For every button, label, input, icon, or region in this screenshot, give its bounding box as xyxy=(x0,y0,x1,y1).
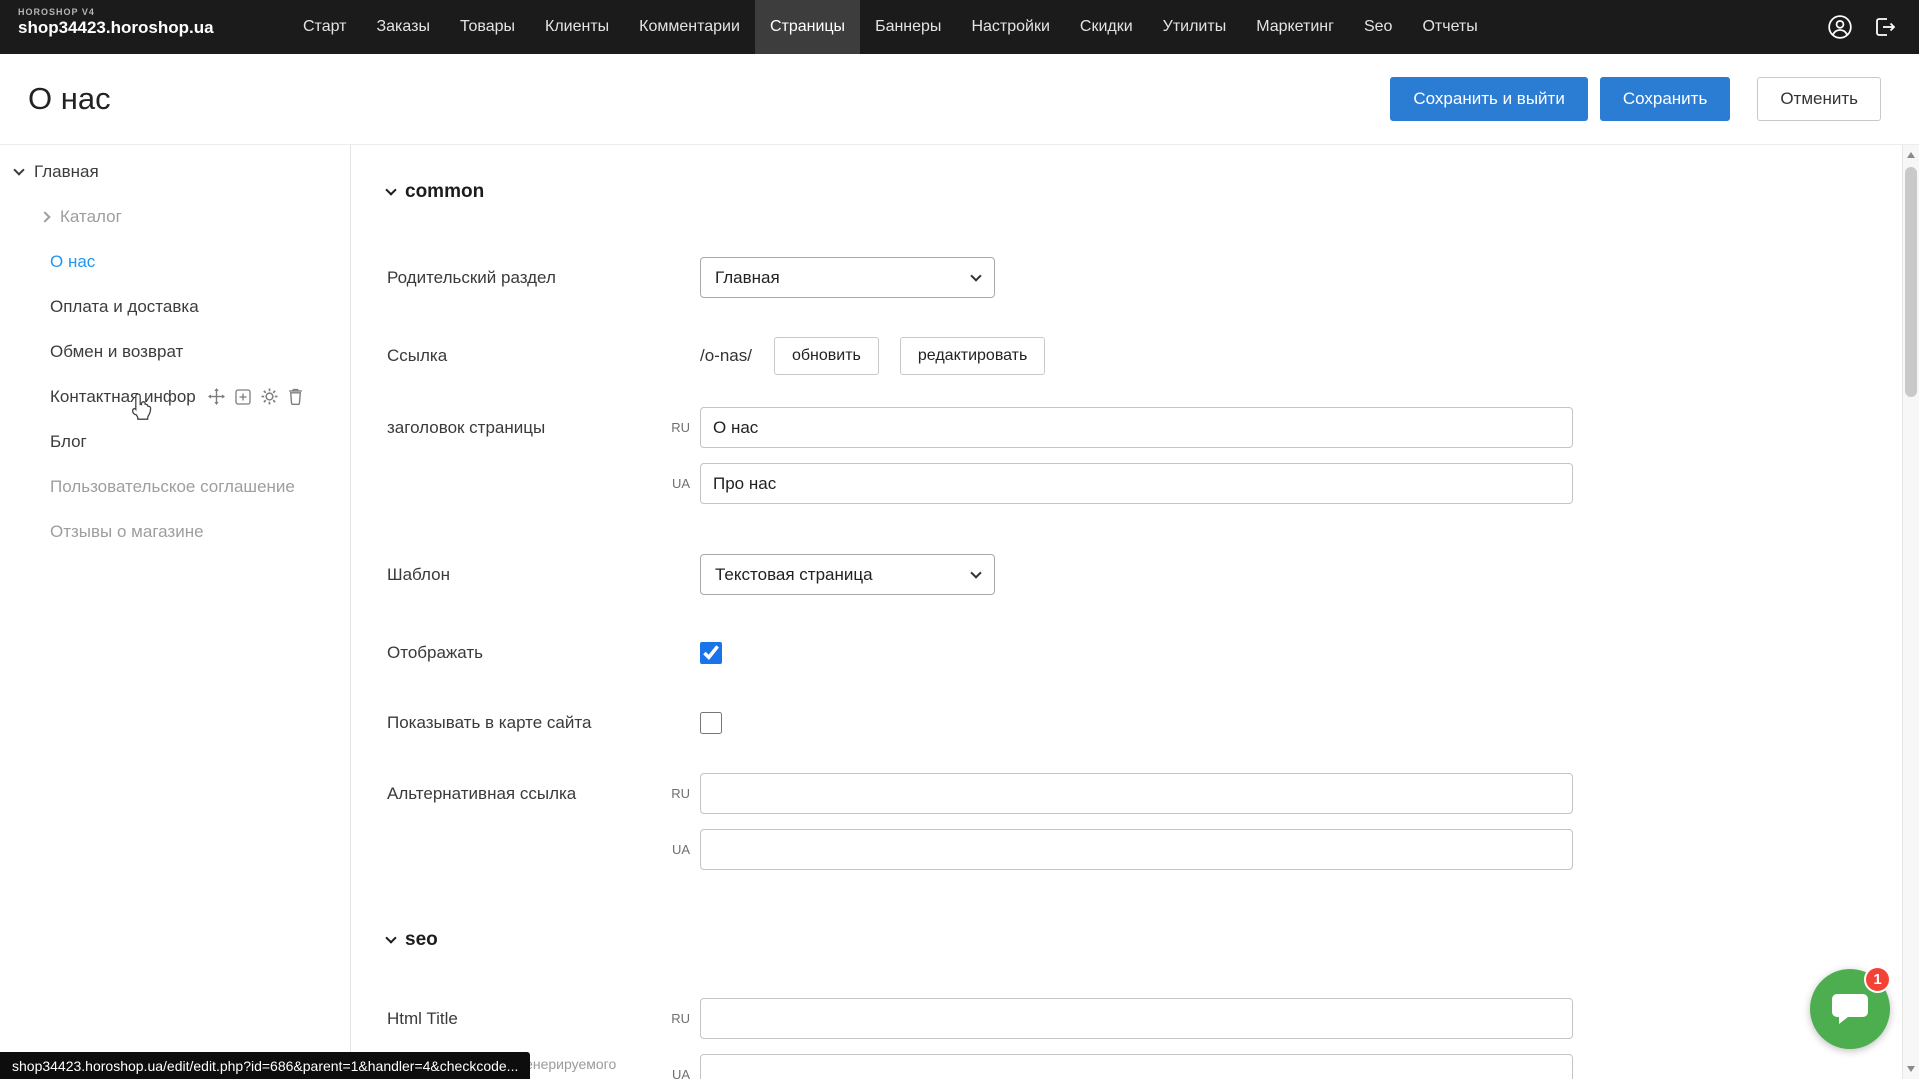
scroll-down-arrow[interactable] xyxy=(1907,1066,1915,1072)
logo-version: HOROSHOP V4 xyxy=(18,7,240,17)
save-button[interactable]: Сохранить xyxy=(1600,77,1730,121)
vertical-scrollbar[interactable] xyxy=(1902,145,1919,1079)
nav-item-utilities[interactable]: Утилиты xyxy=(1148,0,1242,54)
nav-item-orders[interactable]: Заказы xyxy=(361,0,444,54)
page-title-ru-input[interactable] xyxy=(700,407,1573,448)
sidebar-item-label: Отзывы о магазине xyxy=(50,522,204,542)
nav-item-banners[interactable]: Баннеры xyxy=(860,0,956,54)
section-seo-label: seo xyxy=(405,929,438,951)
sidebar-item-label: Каталог xyxy=(60,207,122,227)
sidebar-item-label: Пользовательское соглашение xyxy=(50,477,295,497)
sidebar-item-label: Оплата и доставка xyxy=(50,297,199,317)
sidebar-item-glavnaya[interactable]: Главная xyxy=(0,149,350,194)
nav-item-pages[interactable]: Страницы xyxy=(755,0,860,54)
trash-icon[interactable] xyxy=(288,388,303,405)
sidebar-item-polzovatelskoe-soglashenie[interactable]: Пользовательское соглашение xyxy=(0,464,350,509)
chevron-right-icon[interactable] xyxy=(36,213,54,221)
sidebar-item-blog[interactable]: Блог xyxy=(0,419,350,464)
scrollbar-thumb[interactable] xyxy=(1905,167,1917,397)
main-menu: Старт Заказы Товары Клиенты Комментарии … xyxy=(288,0,1493,54)
save-and-exit-button[interactable]: Сохранить и выйти xyxy=(1390,77,1587,121)
lang-tag-ru: RU xyxy=(660,773,690,814)
chevron-down-icon xyxy=(970,270,981,281)
sidebar-item-katalog[interactable]: Каталог xyxy=(0,194,350,239)
nav-item-reports[interactable]: Отчеты xyxy=(1407,0,1492,54)
cancel-button[interactable]: Отменить xyxy=(1757,77,1881,121)
page-title-label: заголовок страницы xyxy=(387,407,660,448)
display-label: Отображать xyxy=(387,643,660,663)
template-value: Текстовая страница xyxy=(715,565,873,585)
nav-item-clients[interactable]: Клиенты xyxy=(530,0,624,54)
chevron-down-icon xyxy=(385,932,396,943)
sidebar-item-obmen-i-vozvrat[interactable]: Обмен и возврат xyxy=(0,329,350,374)
page-title: О нас xyxy=(28,81,111,117)
parent-section-label: Родительский раздел xyxy=(387,268,660,288)
chat-unread-badge: 1 xyxy=(1864,966,1891,993)
page-edit-form: common Родительский раздел Главная Ссылк… xyxy=(351,145,1919,1079)
sidebar-item-oplata-i-dostavka[interactable]: Оплата и доставка xyxy=(0,284,350,329)
nav-item-comments[interactable]: Комментарии xyxy=(624,0,755,54)
alt-link-ua-input[interactable] xyxy=(700,829,1573,870)
chevron-down-icon xyxy=(970,567,981,578)
nav-item-start[interactable]: Старт xyxy=(288,0,361,54)
logo[interactable]: HOROSHOP V4 shop34423.horoshop.ua xyxy=(0,0,240,54)
account-icon[interactable] xyxy=(1827,14,1853,40)
nav-item-discounts[interactable]: Скидки xyxy=(1065,0,1148,54)
sitemap-label: Показывать в карте сайта xyxy=(387,713,660,733)
sitemap-checkbox[interactable] xyxy=(700,712,722,734)
alt-link-ru-input[interactable] xyxy=(700,773,1573,814)
page-header: О нас Сохранить и выйти Сохранить Отмени… xyxy=(0,54,1919,145)
chevron-down-icon xyxy=(385,184,396,195)
logo-domain: shop34423.horoshop.ua xyxy=(18,18,240,38)
top-navbar: HOROSHOP V4 shop34423.horoshop.ua Старт … xyxy=(0,0,1919,54)
lang-tag-ua: UA xyxy=(660,463,690,504)
sidebar-item-kontaktnaya-informatsiya[interactable]: Контактная инфор xyxy=(0,374,350,419)
parent-section-select[interactable]: Главная xyxy=(700,257,995,298)
section-common[interactable]: common xyxy=(387,181,1919,203)
section-seo[interactable]: seo xyxy=(387,929,1919,951)
display-checkbox[interactable] xyxy=(700,642,722,664)
chat-bubble-icon xyxy=(1831,992,1869,1026)
gear-icon[interactable] xyxy=(261,388,278,405)
chat-widget-button[interactable]: 1 xyxy=(1810,969,1890,1049)
nav-item-marketing[interactable]: Маркетинг xyxy=(1241,0,1349,54)
refresh-link-button[interactable]: обновить xyxy=(774,337,879,375)
sidebar-item-otzyvy-o-magazine[interactable]: Отзывы о магазине xyxy=(0,509,350,554)
link-label: Ссылка xyxy=(387,346,660,366)
lang-tag-ua: UA xyxy=(660,1054,690,1079)
section-common-label: common xyxy=(405,181,484,203)
nav-item-settings[interactable]: Настройки xyxy=(956,0,1064,54)
parent-section-value: Главная xyxy=(715,268,780,288)
pages-tree-sidebar: Главная Каталог О нас Оплата и доставка … xyxy=(0,145,351,1079)
sidebar-item-label: Обмен и возврат xyxy=(50,342,183,362)
lang-tag-ua: UA xyxy=(660,829,690,870)
alt-link-label: Альтернативная ссылка xyxy=(387,773,660,814)
status-url-text: shop34423.horoshop.ua/edit/edit.php?id=6… xyxy=(12,1058,518,1074)
html-title-ua-input[interactable] xyxy=(700,1054,1573,1079)
lang-tag-ru: RU xyxy=(660,407,690,448)
sidebar-item-label: Главная xyxy=(34,162,99,182)
logout-icon[interactable] xyxy=(1873,15,1897,39)
scroll-up-arrow[interactable] xyxy=(1907,152,1915,158)
sidebar-item-label: О нас xyxy=(50,252,95,272)
edit-link-button[interactable]: редактировать xyxy=(900,337,1045,375)
page-title-ua-input[interactable] xyxy=(700,463,1573,504)
nav-item-seo[interactable]: Seo xyxy=(1349,0,1407,54)
nav-item-products[interactable]: Товары xyxy=(445,0,530,54)
add-page-icon[interactable] xyxy=(235,389,251,405)
html-title-ru-input[interactable] xyxy=(700,998,1573,1039)
template-select[interactable]: Текстовая страница xyxy=(700,554,995,595)
sidebar-item-o-nas[interactable]: О нас xyxy=(0,239,350,284)
link-path: /o-nas/ xyxy=(700,346,752,366)
html-title-label: Html Title xyxy=(387,998,660,1039)
sidebar-item-label: Блог xyxy=(50,432,87,452)
chevron-down-icon[interactable] xyxy=(10,170,28,174)
move-icon[interactable] xyxy=(208,388,225,405)
template-label: Шаблон xyxy=(387,565,660,585)
sidebar-item-label: Контактная инфор xyxy=(50,387,196,407)
lang-tag-ru: RU xyxy=(660,998,690,1039)
status-url-bar: shop34423.horoshop.ua/edit/edit.php?id=6… xyxy=(0,1052,530,1079)
